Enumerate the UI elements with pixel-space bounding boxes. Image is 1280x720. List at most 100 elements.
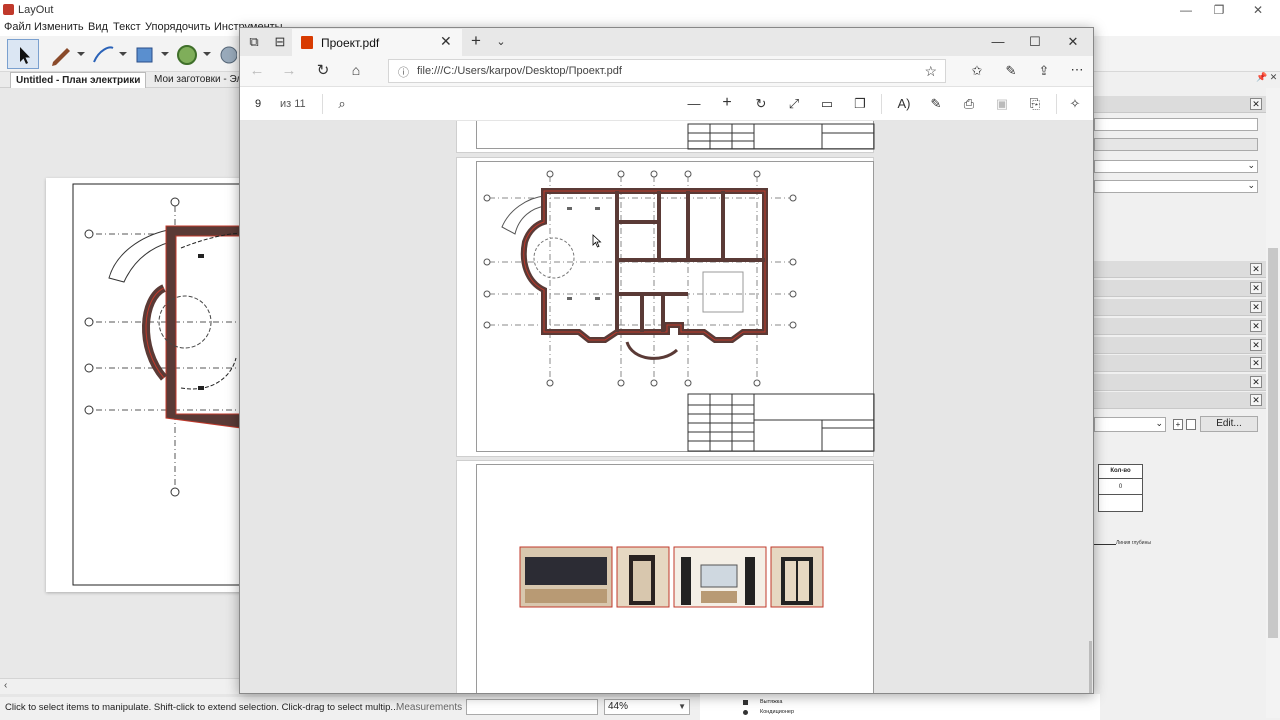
layout-title-bar: LayOut — ❐ ✕ — [0, 0, 1280, 20]
polygon-tool-button[interactable] — [214, 39, 238, 69]
tray-panel-header[interactable]: ✕ — [1094, 96, 1266, 113]
layout-status-bar: Click to select items to manipulate. Shi… — [0, 697, 700, 720]
legend-icon — [743, 700, 748, 705]
scrollbar-thumb[interactable] — [1268, 248, 1278, 638]
tray-panel-header[interactable]: ✕ — [1094, 355, 1266, 372]
close-icon[interactable]: ✕ — [1250, 339, 1262, 351]
zoom-select[interactable]: 44% ▼ — [604, 699, 690, 715]
print-icon[interactable]: ⎙ — [961, 96, 977, 112]
drawing-sheet — [476, 161, 875, 452]
close-icon[interactable]: ✕ — [1250, 263, 1262, 275]
tray-dropdown[interactable]: ⌄ — [1094, 180, 1258, 193]
close-icon[interactable]: ✕ — [1250, 320, 1262, 332]
menu-arrange[interactable]: Упорядочить — [145, 21, 210, 33]
close-icon[interactable]: ✕ — [1250, 301, 1262, 313]
layout-paper-page[interactable] — [46, 178, 257, 592]
measurements-input[interactable] — [466, 699, 598, 715]
layout-minimize-button[interactable]: — — [1176, 2, 1196, 18]
arc-tool-button[interactable] — [88, 39, 127, 69]
search-icon[interactable]: ⌕ — [334, 96, 350, 112]
zoom-in-icon[interactable]: + — [719, 95, 735, 111]
document-tab-active[interactable]: Untitled - План электрики — [10, 72, 147, 88]
back-arrow-icon[interactable]: ← — [248, 63, 266, 79]
favorites-list-icon[interactable]: ✩ — [968, 63, 986, 79]
pdf-toolbar: 9 из 11 ⌕ — + ↻ ⤢ ▭ ❐ A) ✎ ⎙ ▣ ⎘ ✧ — [240, 87, 1093, 121]
tab-preview-icon[interactable]: ⊟ — [272, 34, 288, 50]
tray-field[interactable] — [1094, 118, 1258, 131]
browser-minimize-button[interactable]: — — [990, 34, 1006, 50]
tray-panel-header[interactable]: ✕ — [1094, 337, 1266, 354]
note-label: Линия глубины — [1116, 540, 1151, 546]
menu-file[interactable]: Файл — [4, 21, 31, 33]
select-tool-button[interactable] — [7, 39, 39, 69]
forward-arrow-icon[interactable]: → — [280, 63, 298, 79]
edit-button[interactable]: Edit... — [1200, 416, 1258, 432]
circle-tool-button[interactable] — [172, 39, 211, 69]
browser-close-button[interactable]: ✕ — [1065, 34, 1081, 50]
tab-close-icon[interactable]: ✕ — [440, 33, 452, 50]
browser-tab-active[interactable]: Проект.pdf ✕ — [292, 29, 462, 56]
pdf-viewer-area[interactable] — [240, 121, 1093, 693]
tray-panel-header[interactable]: ✕ — [1094, 299, 1266, 316]
read-aloud-icon[interactable]: A) — [895, 96, 913, 112]
tray-field[interactable] — [1094, 138, 1258, 151]
layout-horizontal-scrollbar[interactable]: ‹ — [0, 678, 240, 694]
menu-text[interactable]: Текст — [113, 21, 141, 33]
close-icon[interactable]: ✕ — [1250, 98, 1262, 110]
circle-icon — [177, 45, 211, 65]
close-icon[interactable]: ✕ — [1250, 357, 1262, 369]
save-icon[interactable]: ▣ — [994, 96, 1010, 112]
close-icon[interactable]: ✕ — [1250, 394, 1262, 406]
layout-restore-button[interactable]: ❐ — [1209, 2, 1229, 18]
new-tab-icon[interactable]: + — [468, 32, 484, 49]
layout-close-button[interactable]: ✕ — [1248, 2, 1268, 18]
refresh-icon[interactable]: ↻ — [314, 63, 332, 79]
pdf-page — [456, 121, 875, 153]
tray-scrollbar[interactable] — [1266, 88, 1280, 718]
close-icon[interactable]: ✕ — [1250, 376, 1262, 388]
set-tabs-aside-icon[interactable]: ⧉ — [246, 34, 262, 50]
share-icon[interactable]: ⇪ — [1035, 63, 1053, 79]
fit-to-page-icon[interactable]: ⤢ — [786, 96, 802, 112]
layout-app-title: LayOut — [18, 4, 54, 16]
arc-icon — [93, 46, 127, 63]
elevation-drawings — [519, 546, 824, 608]
pin-toolbar-icon[interactable]: ✧ — [1067, 96, 1083, 112]
pencil-tool-button[interactable] — [46, 39, 85, 69]
layout-default-tray: 📌 ✕ ✕ ⌄ ⌄ ✕ ✕ ✕ ✕ ✕ ✕ ✕ ✕ ⌄ + Edit... Ко… — [1094, 72, 1280, 720]
rotate-icon[interactable]: ↻ — [753, 96, 769, 112]
info-icon[interactable]: ⓘ — [398, 64, 409, 80]
page-number-input[interactable]: 9 — [246, 95, 270, 113]
tray-panel-header[interactable]: ✕ — [1094, 261, 1266, 278]
shape-tool-button[interactable] — [130, 39, 169, 69]
page-icon[interactable] — [1186, 419, 1196, 430]
zoom-out-icon[interactable]: — — [686, 96, 702, 112]
favorite-star-icon[interactable]: ☆ — [924, 63, 937, 80]
page-view-icon[interactable]: ❐ — [852, 96, 868, 112]
scrapbook-select[interactable]: ⌄ — [1094, 417, 1166, 432]
close-icon[interactable]: ✕ — [1250, 282, 1262, 294]
home-icon[interactable]: ⌂ — [347, 62, 365, 78]
tab-list-chevron-icon[interactable]: ⌄ — [493, 34, 509, 50]
table-header: Кол-во — [1099, 465, 1142, 479]
tray-pin-icon[interactable]: 📌 ✕ — [1256, 72, 1280, 88]
menu-edit[interactable]: Изменить — [34, 21, 84, 33]
tray-dropdown[interactable]: ⌄ — [1094, 160, 1258, 173]
tray-panel-header[interactable]: ✕ — [1094, 280, 1266, 297]
draw-icon[interactable]: ✎ — [928, 96, 944, 112]
tray-panel-header[interactable]: ✕ — [1094, 392, 1266, 409]
address-url: file:///C:/Users/karpov/Desktop/Проект.p… — [417, 65, 622, 77]
tray-panel-header[interactable]: ✕ — [1094, 318, 1266, 335]
scroll-left-icon[interactable]: ‹ — [4, 680, 7, 691]
measurements-label: Measurements — [396, 702, 463, 713]
browser-maximize-button[interactable]: ☐ — [1027, 34, 1043, 50]
fit-width-icon[interactable]: ▭ — [819, 96, 835, 112]
menu-view[interactable]: Вид — [88, 21, 108, 33]
pdf-scrollbar-thumb[interactable] — [1089, 641, 1092, 693]
add-page-icon[interactable]: + — [1173, 419, 1183, 430]
tray-panel-header[interactable]: ✕ — [1094, 374, 1266, 391]
save-as-icon[interactable]: ⎘ — [1027, 96, 1043, 112]
more-menu-icon[interactable]: ⋯ — [1068, 62, 1086, 78]
address-bar[interactable]: ⓘ file:///C:/Users/karpov/Desktop/Проект… — [388, 59, 946, 83]
web-note-pen-icon[interactable]: ✎ — [1002, 63, 1020, 79]
